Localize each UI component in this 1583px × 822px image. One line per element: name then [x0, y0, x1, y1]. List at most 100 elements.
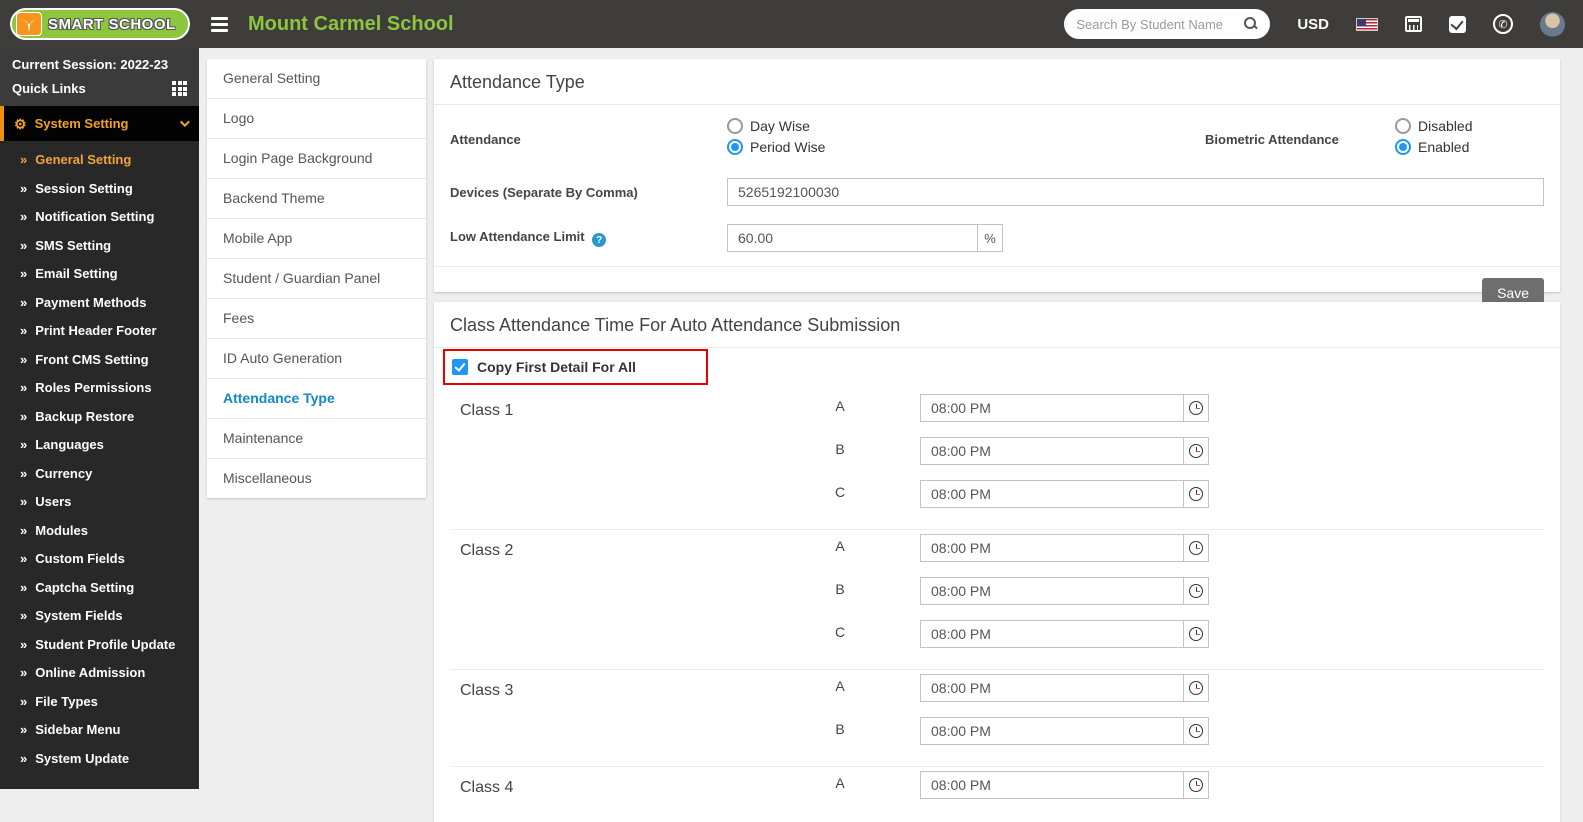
section-time-input[interactable]	[920, 620, 1184, 648]
settings-menu-item[interactable]: General Setting	[207, 59, 426, 99]
double-chevron-icon: »	[20, 266, 28, 281]
sidebar-submenu-label: Session Setting	[35, 180, 133, 196]
settings-menu-item[interactable]: Attendance Type	[207, 379, 426, 419]
clock-icon	[1189, 681, 1203, 695]
time-picker-button[interactable]	[1183, 437, 1209, 465]
top-header-bar: SMART SCHOOL Mount Carmel School USD ✆	[0, 0, 1583, 48]
settings-menu-item[interactable]: Backend Theme	[207, 179, 426, 219]
sidebar-submenu-item[interactable]: » File Types	[0, 688, 199, 717]
radio-icon[interactable]	[1395, 118, 1411, 134]
section-time-input[interactable]	[920, 717, 1184, 745]
time-picker-button[interactable]	[1183, 771, 1209, 799]
sidebar-submenu-item[interactable]: » Student Profile Update	[0, 631, 199, 660]
sidebar-submenu-item[interactable]: » Modules	[0, 517, 199, 546]
calendar-icon[interactable]	[1405, 16, 1422, 32]
time-picker-button[interactable]	[1183, 394, 1209, 422]
settings-menu-item[interactable]: Login Page Background	[207, 139, 426, 179]
section-time-input[interactable]	[920, 394, 1184, 422]
currency-switcher[interactable]: USD	[1297, 16, 1329, 33]
double-chevron-icon: »	[20, 408, 28, 424]
sidebar-submenu-item[interactable]: » Roles Permissions	[0, 374, 199, 403]
settings-menu-item[interactable]: Miscellaneous	[207, 459, 426, 498]
sidebar-submenu-item[interactable]: » Email Setting	[0, 260, 199, 289]
clock-icon	[1189, 724, 1203, 738]
settings-menu-item[interactable]: Student / Guardian Panel	[207, 259, 426, 299]
search-input[interactable]	[1076, 16, 1239, 32]
sidebar-submenu-item[interactable]: » Currency	[0, 460, 199, 489]
radio-option[interactable]: Disabled	[1395, 118, 1472, 134]
sidebar-submenu-item[interactable]: » System Update	[0, 745, 199, 774]
sidebar-submenu-item[interactable]: » Backup Restore	[0, 403, 199, 432]
radio-icon[interactable]	[727, 118, 743, 134]
sidebar-submenu-item[interactable]: » Captcha Setting	[0, 574, 199, 603]
sidebar-submenu-item[interactable]: » System Fields	[0, 602, 199, 631]
time-picker-button[interactable]	[1183, 620, 1209, 648]
radio-option[interactable]: Day Wise	[727, 118, 810, 134]
sidebar-submenu-item[interactable]: » SMS Setting	[0, 232, 199, 261]
radio-icon[interactable]	[727, 139, 743, 155]
section-time-input[interactable]	[920, 577, 1184, 605]
class-group-row: Class 1 A B C	[450, 390, 1544, 530]
time-picker-button[interactable]	[1183, 480, 1209, 508]
double-chevron-icon: »	[20, 522, 28, 538]
sidebar-submenu-item[interactable]: » Online Admission	[0, 659, 199, 688]
settings-menu-item[interactable]: Fees	[207, 299, 426, 339]
whatsapp-icon[interactable]: ✆	[1493, 14, 1513, 34]
double-chevron-icon: »	[20, 551, 28, 566]
sidebar-submenu-item[interactable]: » Users	[0, 488, 199, 517]
percent-addon: %	[977, 224, 1003, 252]
attendance-type-card: Attendance Type Attendance Day Wise Peri…	[434, 59, 1560, 308]
time-picker-button[interactable]	[1183, 717, 1209, 745]
devices-label: Devices (Separate By Comma)	[450, 184, 638, 200]
double-chevron-icon: »	[20, 437, 28, 452]
sidebar-item-system-setting[interactable]: ⚙ System Setting	[0, 106, 199, 141]
section-time-input[interactable]	[920, 437, 1184, 465]
user-avatar[interactable]	[1540, 11, 1565, 37]
time-picker-button[interactable]	[1183, 577, 1209, 605]
sidebar-submenu-label: Sidebar Menu	[35, 722, 121, 737]
attendance-type-title: Attendance Type	[434, 59, 1560, 105]
sidebar-submenu-label: Notification Setting	[35, 209, 155, 224]
quick-links-grid-icon[interactable]	[172, 81, 187, 96]
double-chevron-icon: »	[20, 722, 28, 737]
radio-option[interactable]: Enabled	[1395, 139, 1469, 155]
settings-menu-item[interactable]: Maintenance	[207, 419, 426, 459]
settings-menu-item[interactable]: ID Auto Generation	[207, 339, 426, 379]
sidebar-submenu-label: General Setting	[35, 152, 132, 167]
sidebar-submenu-label: Roles Permissions	[35, 380, 152, 395]
copy-first-detail-checkbox[interactable]	[452, 359, 468, 375]
section-time-input[interactable]	[920, 771, 1184, 799]
tasks-icon[interactable]	[1449, 15, 1466, 33]
radio-option[interactable]: Period Wise	[727, 139, 825, 155]
help-icon[interactable]: ?	[592, 233, 607, 248]
sidebar-submenu-item[interactable]: » Payment Methods	[0, 289, 199, 318]
attendance-label: Attendance	[450, 131, 521, 147]
sidebar-submenu-item[interactable]: » Session Setting	[0, 175, 199, 204]
sidebar-submenu-item[interactable]: » Languages	[0, 431, 199, 460]
double-chevron-icon: »	[20, 608, 28, 623]
logo-text: SMART SCHOOL	[48, 15, 176, 33]
section-time-input[interactable]	[920, 534, 1184, 562]
student-search[interactable]	[1064, 9, 1271, 39]
low-attendance-limit-input[interactable]	[727, 224, 978, 252]
class-group-row: Class 4 A	[450, 767, 1544, 820]
app-logo[interactable]: SMART SCHOOL	[0, 8, 199, 40]
search-icon[interactable]	[1244, 17, 1258, 31]
sidebar-toggle-icon[interactable]	[211, 16, 228, 32]
language-flag-icon[interactable]	[1356, 17, 1378, 31]
sidebar-submenu-item[interactable]: » Sidebar Menu	[0, 716, 199, 745]
sidebar-submenu-item[interactable]: » Notification Setting	[0, 203, 199, 232]
sidebar-submenu-item[interactable]: » Front CMS Setting	[0, 346, 199, 375]
double-chevron-icon: »	[20, 180, 28, 196]
section-time-input[interactable]	[920, 480, 1184, 508]
time-picker-button[interactable]	[1183, 674, 1209, 702]
sidebar-submenu-item[interactable]: » General Setting	[0, 146, 199, 175]
devices-input[interactable]	[727, 178, 1544, 206]
sidebar-submenu-item[interactable]: » Custom Fields	[0, 545, 199, 574]
settings-menu-item[interactable]: Mobile App	[207, 219, 426, 259]
time-picker-button[interactable]	[1183, 534, 1209, 562]
section-time-input[interactable]	[920, 674, 1184, 702]
settings-menu-item[interactable]: Logo	[207, 99, 426, 139]
sidebar-submenu-item[interactable]: » Print Header Footer	[0, 317, 199, 346]
radio-icon[interactable]	[1395, 139, 1411, 155]
